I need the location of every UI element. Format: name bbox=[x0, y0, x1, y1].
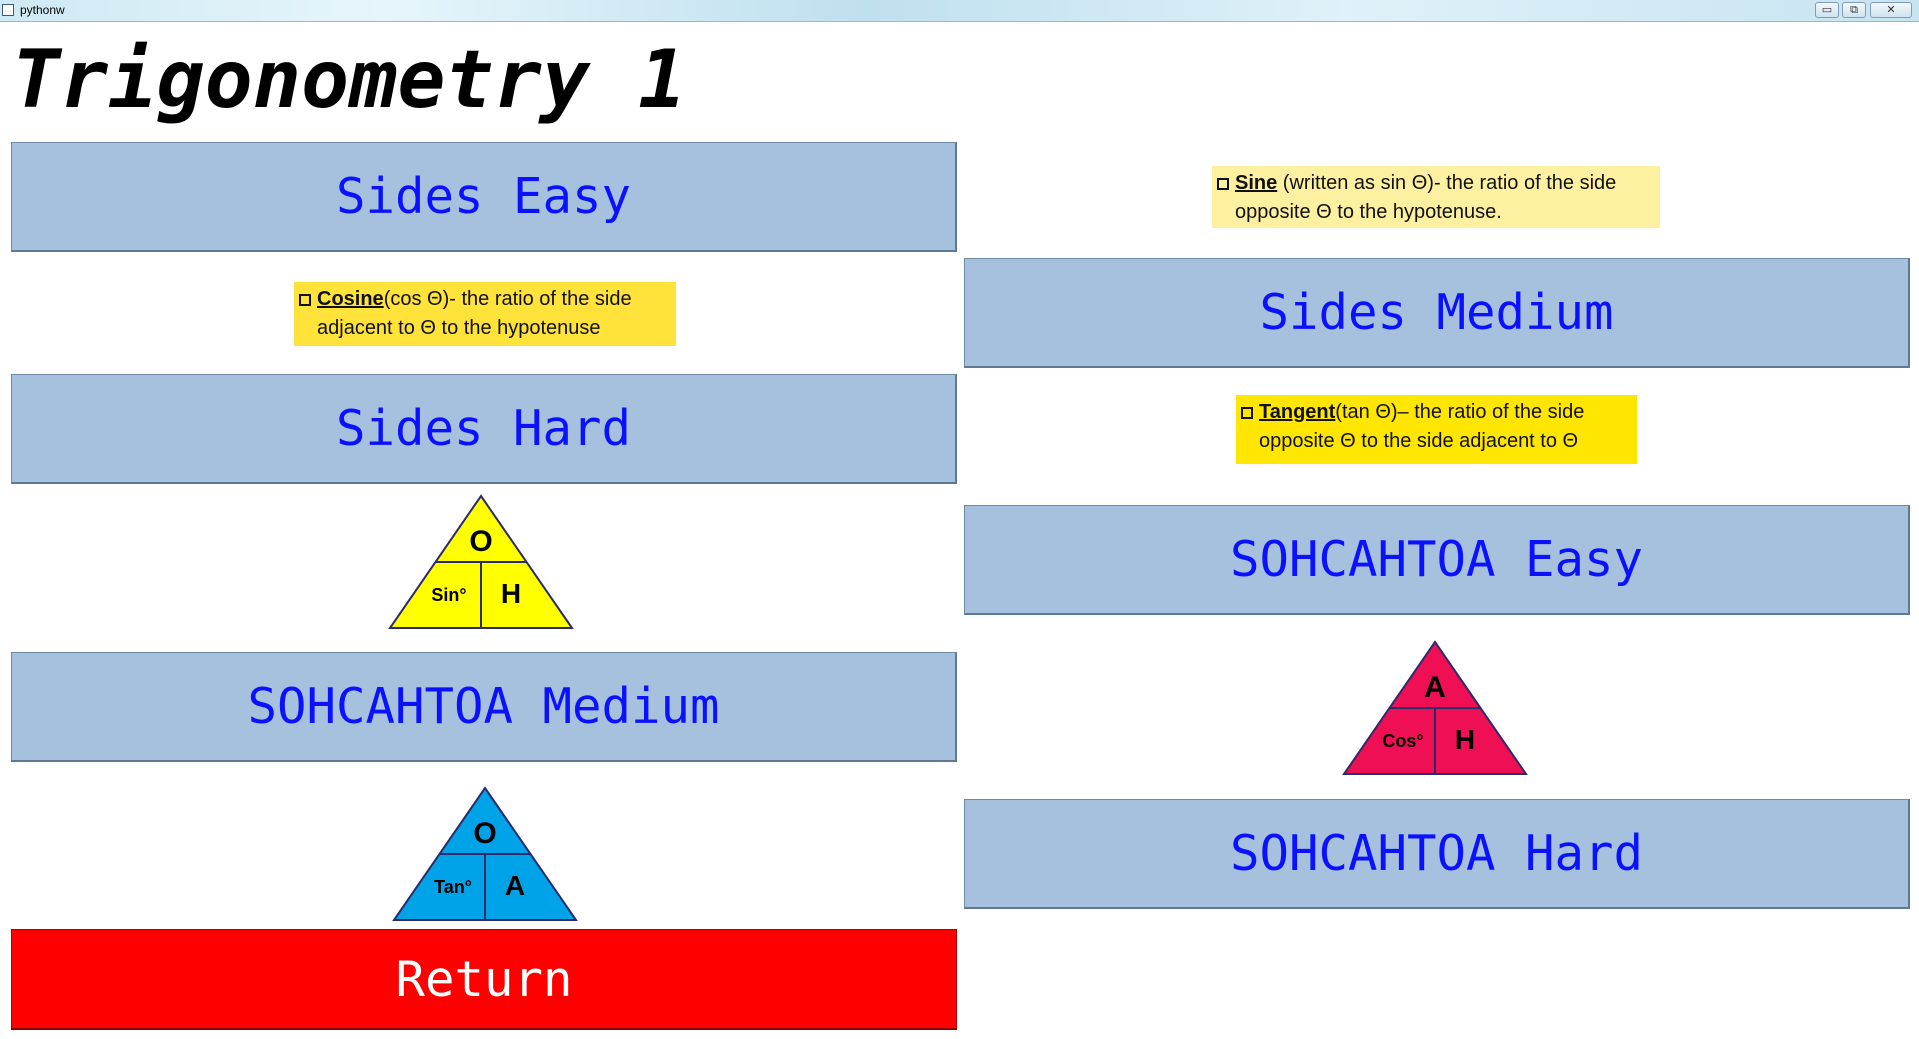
sine-triangle-right: H bbox=[501, 578, 521, 609]
sine-triangle-left: Sin° bbox=[431, 585, 466, 605]
cosine-triangle: A Cos° H bbox=[1342, 640, 1528, 775]
tangent-definition: Tangent(tan Θ)– the ratio of the side op… bbox=[1236, 395, 1637, 464]
bullet-icon bbox=[1241, 407, 1253, 419]
cosine-definition: Cosine(cos Θ)- the ratio of the side adj… bbox=[294, 282, 676, 346]
sohcahtoa-medium-button[interactable]: SOHCAHTOA Medium bbox=[11, 652, 957, 762]
sohcahtoa-hard-button[interactable]: SOHCAHTOA Hard bbox=[964, 799, 1910, 909]
tangent-triangle-left: Tan° bbox=[434, 877, 472, 897]
tangent-triangle: O Tan° A bbox=[392, 786, 578, 921]
return-button[interactable]: Return bbox=[11, 929, 957, 1030]
tangent-term: Tangent bbox=[1259, 401, 1336, 423]
sine-triangle: O Sin° H bbox=[388, 494, 574, 629]
cosine-triangle-top: A bbox=[1424, 671, 1446, 704]
page-title: Trigonometry 1 bbox=[12, 33, 687, 126]
sine-triangle-top: O bbox=[469, 525, 492, 558]
close-button[interactable]: ✕ bbox=[1870, 2, 1912, 18]
cosine-text-line2: adjacent to Θ to the hypotenuse bbox=[317, 317, 601, 339]
window-titlebar: pythonw ▭ ⧉ ✕ bbox=[0, 0, 1919, 22]
window-title: pythonw bbox=[20, 3, 65, 17]
sohcahtoa-easy-button[interactable]: SOHCAHTOA Easy bbox=[964, 505, 1910, 615]
tangent-triangle-top: O bbox=[473, 817, 496, 850]
app-icon bbox=[2, 4, 14, 16]
cosine-triangle-left: Cos° bbox=[1382, 731, 1423, 751]
bullet-icon bbox=[1217, 178, 1229, 190]
cosine-text: (cos Θ)- the ratio of the side bbox=[383, 288, 632, 310]
sides-medium-button[interactable]: Sides Medium bbox=[964, 258, 1910, 368]
restore-button[interactable]: ⧉ bbox=[1842, 2, 1866, 18]
tangent-text-line2: opposite Θ to the side adjacent to Θ bbox=[1259, 430, 1579, 452]
sine-term: Sine bbox=[1235, 172, 1278, 194]
bullet-icon bbox=[299, 294, 311, 306]
tangent-triangle-right: A bbox=[505, 870, 525, 901]
minimize-button[interactable]: ▭ bbox=[1815, 2, 1839, 18]
sides-hard-button[interactable]: Sides Hard bbox=[11, 374, 957, 484]
sine-text: (written as sin Θ)- the ratio of the sid… bbox=[1277, 172, 1617, 194]
cosine-triangle-right: H bbox=[1455, 724, 1475, 755]
tangent-text: (tan Θ)– the ratio of the side bbox=[1335, 401, 1585, 423]
cosine-term: Cosine bbox=[317, 288, 384, 310]
sine-text-line2: opposite Θ to the hypotenuse. bbox=[1235, 201, 1502, 223]
sides-easy-button[interactable]: Sides Easy bbox=[11, 142, 957, 252]
sine-definition: Sine (written as sin Θ)- the ratio of th… bbox=[1212, 166, 1660, 228]
